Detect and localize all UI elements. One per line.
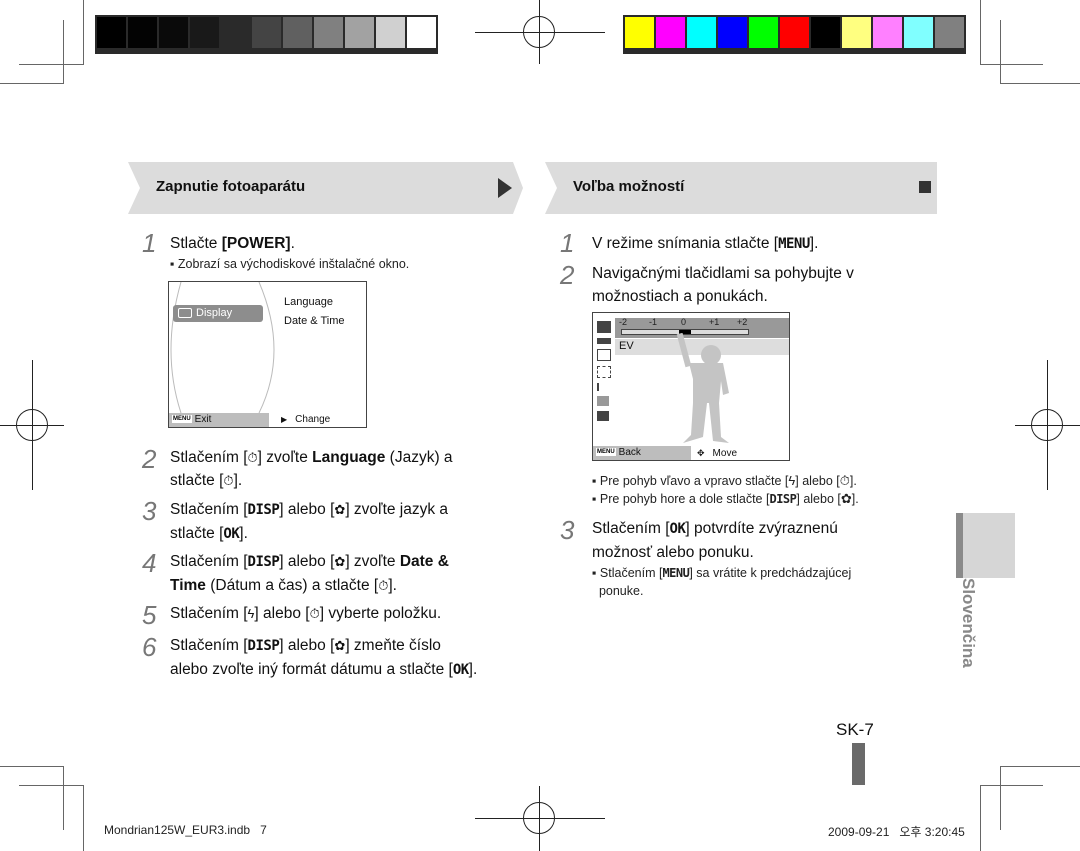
section-title: Voľba možností — [573, 178, 685, 195]
timer-icon: ⏱ — [378, 578, 389, 593]
option-language: Language — [284, 296, 333, 308]
option-date-time: Date & Time — [284, 315, 345, 327]
photo-style-icon — [597, 396, 609, 406]
right-bullet-left-right: ▪ Pre pohyb vľavo a vpravo stlačte [ϟ] a… — [592, 473, 857, 488]
ev-icon — [597, 321, 611, 333]
color-swatch — [625, 17, 654, 48]
language-tab — [956, 513, 1015, 578]
step-4-text: Stlačením [DISP] alebo [✿] zvoľte Date &… — [170, 550, 449, 597]
color-swatch — [718, 17, 747, 48]
color-swatch — [904, 17, 933, 48]
display-icon — [178, 308, 192, 319]
step-number: 2 — [142, 444, 157, 474]
icon-column — [593, 318, 615, 446]
step-1-bullet: ▪ Zobrazí sa východiskové inštalačné okn… — [170, 257, 410, 271]
step-number: 3 — [560, 515, 575, 545]
step-5-text: Stlačením [ϟ] alebo [⏱] vyberte položku. — [170, 602, 441, 625]
right-step-3-text: Stlačením [OK] potvrdíte zvýraznenú možn… — [592, 520, 838, 561]
color-swatch — [780, 17, 809, 48]
camera-screen-display-menu: Display Language Date & Time MENU Exit ▶ C… — [168, 281, 367, 428]
child-silhouette-image — [676, 333, 729, 443]
step-number: 1 — [142, 228, 157, 258]
step-3-text: Stlačením [DISP] alebo [✿] zvoľte jazyk … — [170, 498, 448, 546]
right-bullet-up-down: ▪ Pre pohyb hore a dole stlačte [DISP] a… — [592, 491, 859, 506]
grayscale-swatch — [407, 17, 436, 48]
color-swatch — [873, 17, 902, 48]
page-marker — [852, 743, 865, 785]
grayscale-swatch — [345, 17, 374, 48]
navigation-pad-icon: ✥ — [697, 448, 705, 458]
timer-icon: ⏱ — [309, 606, 320, 621]
menu-key-icon: MENU — [172, 415, 192, 424]
screen-footer: MENU Exit ▶ Change — [169, 413, 366, 427]
grayscale-swatch — [190, 17, 219, 48]
timer-icon: ⏱ — [223, 473, 234, 488]
menu-key-icon: MENU — [596, 448, 616, 457]
timer-icon: ⏱ — [247, 450, 258, 465]
color-swatch — [749, 17, 778, 48]
step-6-text: Stlačením [DISP] alebo [✿] zmeňte číslo … — [170, 634, 477, 682]
page-number: SK-7 — [836, 720, 874, 739]
macro-icon: ✿ — [334, 502, 346, 517]
macro-icon: ✿ — [334, 554, 346, 569]
menu-item-display: Display — [173, 305, 263, 322]
camera-screen-ev-menu: -2 -1 0 +1 +2 EV MENU Back ✥ Move — [592, 312, 790, 461]
color-swatch — [811, 17, 840, 48]
grayscale-swatch — [252, 17, 281, 48]
color-swatch — [842, 17, 871, 48]
color-swatch — [656, 17, 685, 48]
footer-filename: Mondrian125W_EUR3.indb 7 — [104, 823, 267, 837]
white-balance-icon — [597, 338, 611, 344]
right-step-1-text: V režime snímania stlačte [MENU]. — [592, 235, 819, 252]
grayscale-swatch — [283, 17, 312, 48]
grayscale-swatch — [314, 17, 343, 48]
color-swatch — [687, 17, 716, 48]
step-2-text: Stlačením [⏱] zvoľte Language (Jazyk) a … — [170, 446, 453, 492]
macro-icon: ✿ — [840, 491, 852, 506]
step-number: 6 — [142, 632, 157, 662]
color-swatch — [935, 17, 964, 48]
section-header-select-options: Voľba možností — [545, 162, 937, 214]
color-bar — [623, 15, 966, 54]
step-number: 2 — [560, 260, 575, 290]
right-step-2-text: Navigačnými tlačidlami sa pohybujte v mož… — [592, 265, 854, 305]
grayscale-bar — [95, 15, 438, 54]
step-number: 1 — [560, 228, 575, 258]
step-1-text: Stlačte [POWER]. — [170, 235, 295, 252]
section-header-power-on: Zapnutie fotoaparátu — [128, 162, 523, 214]
grayscale-swatch — [128, 17, 157, 48]
right-step-3-bullet: ▪ Stlačením [MENU] sa vrátite k predchád… — [592, 566, 852, 598]
step-number: 4 — [142, 548, 157, 578]
timer-icon: ⏱ — [839, 473, 850, 488]
grayscale-swatch — [376, 17, 405, 48]
grayscale-swatch — [221, 17, 250, 48]
grayscale-swatch — [159, 17, 188, 48]
metering-icon — [597, 383, 607, 391]
iso-icon — [597, 349, 611, 361]
step-number: 3 — [142, 496, 157, 526]
screen-footer: MENU Back ✥ Move — [593, 446, 789, 460]
ois-icon — [597, 411, 609, 421]
language-tab-label: Slovenčina — [959, 578, 978, 668]
grayscale-swatch — [97, 17, 126, 48]
macro-icon: ✿ — [334, 638, 346, 653]
face-detection-icon — [597, 366, 611, 378]
right-arrow-icon: ▶ — [281, 415, 288, 424]
footer-timestamp: 2009-09-21 오후 3:20:45 — [828, 825, 965, 839]
section-title: Zapnutie fotoaparátu — [156, 178, 306, 195]
step-number: 5 — [142, 600, 157, 630]
